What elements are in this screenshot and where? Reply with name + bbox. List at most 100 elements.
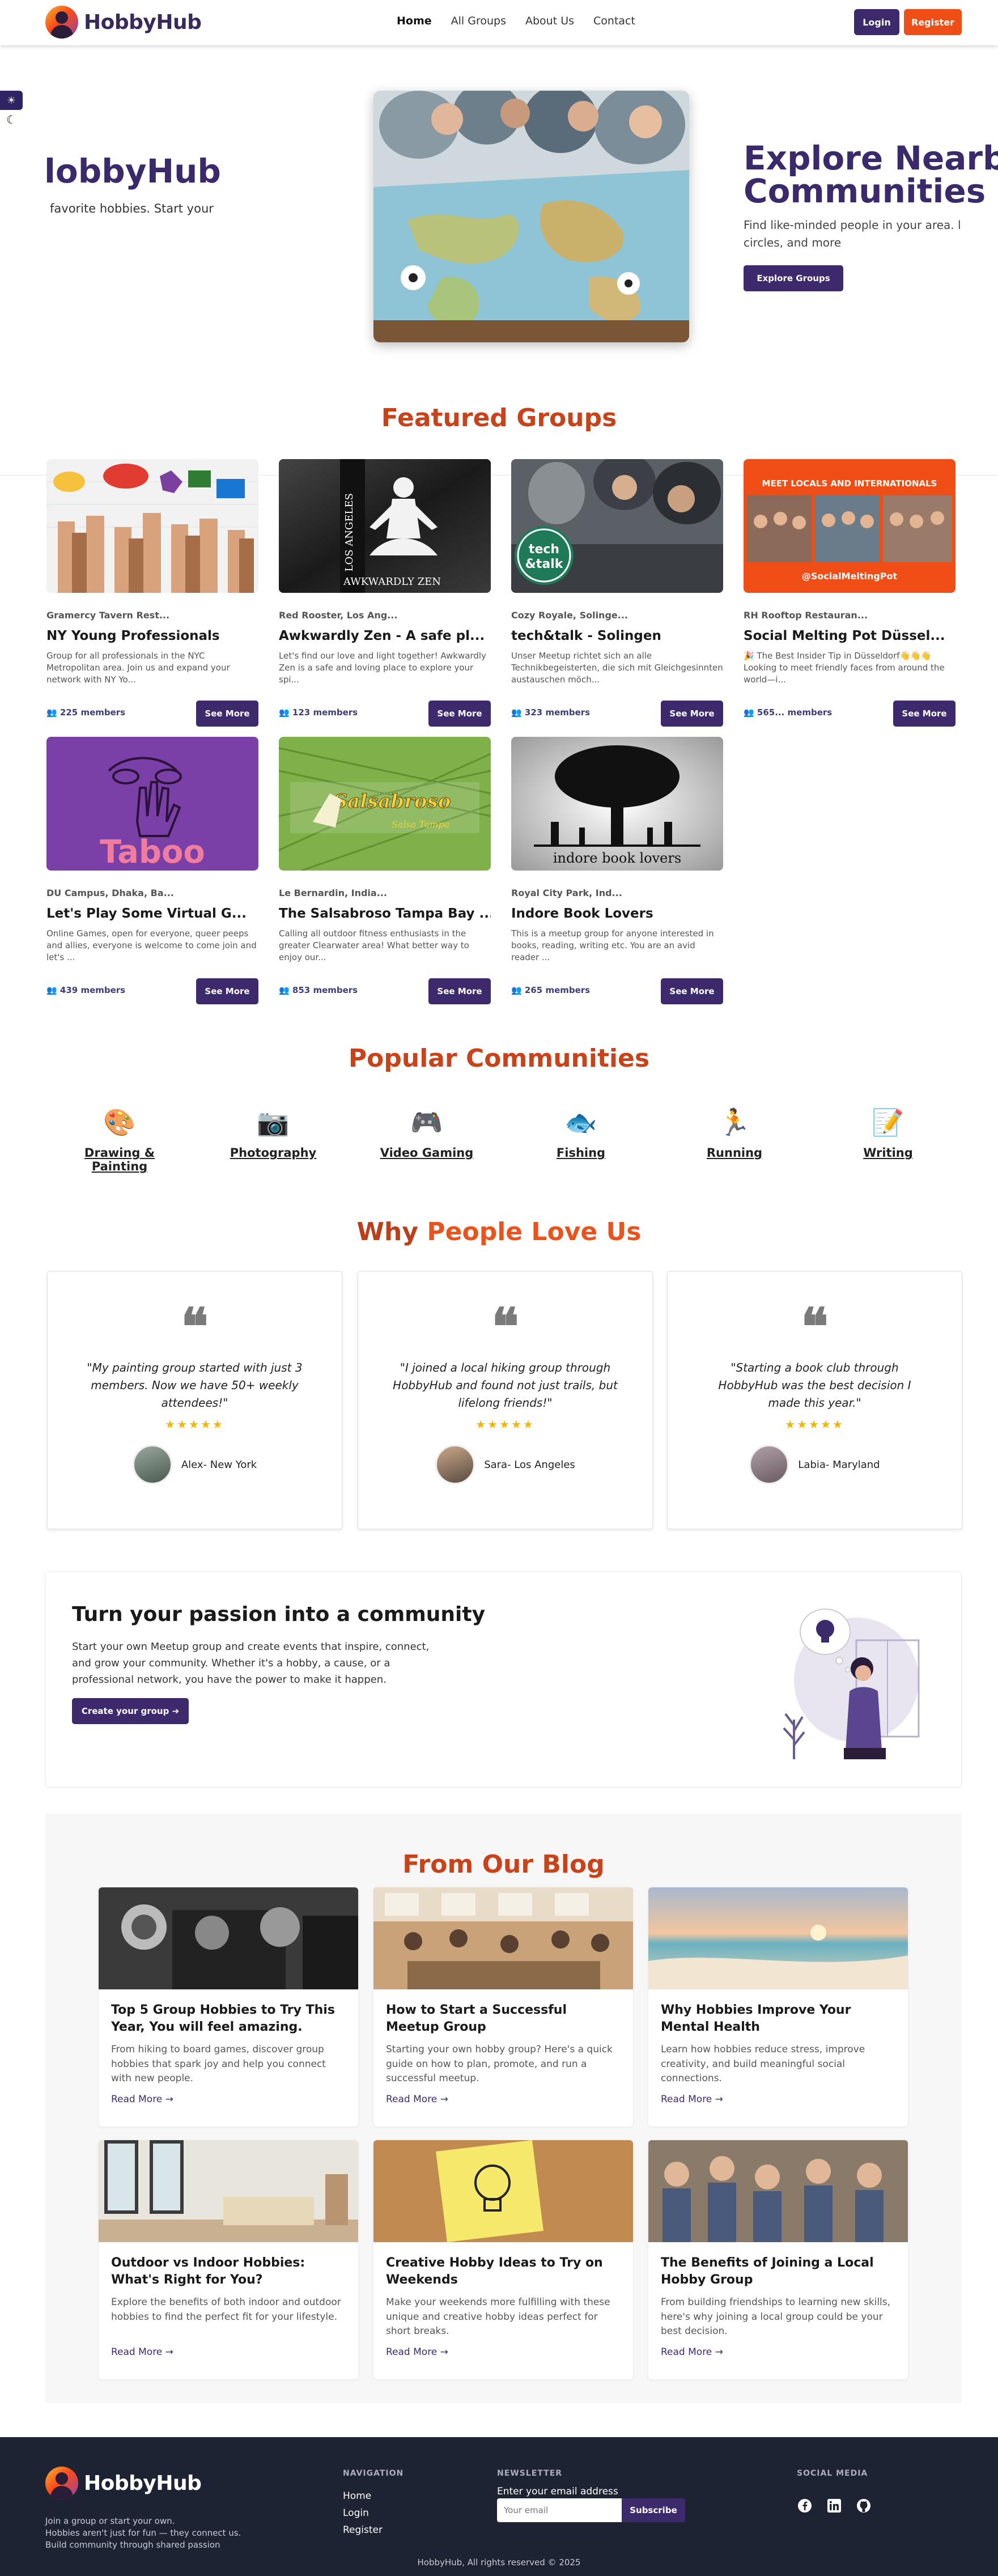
group-description: 🎉 The Best Insider Tip in Düsseldorf👋👋👋 … <box>744 651 945 685</box>
members-icon: 👥 <box>279 985 292 995</box>
community-label[interactable]: Fishing <box>519 1146 643 1160</box>
see-more-button[interactable]: See More <box>893 701 955 727</box>
group-name[interactable]: tech&talk - Solingen <box>511 629 723 643</box>
image-text: MEET LOCALS AND INTERNATIONALS <box>762 478 937 489</box>
group-card[interactable]: Gramercy Tavern Rest... NY Young Profess… <box>46 459 258 731</box>
create-group-button[interactable]: Create your group ➔ <box>72 1698 189 1724</box>
footer-brand[interactable]: HobbyHub <box>45 2467 202 2499</box>
featured-groups-title: Featured Groups <box>381 404 617 432</box>
image-text: @SocialMeltingPot <box>802 571 898 582</box>
register-button[interactable]: Register <box>904 9 962 35</box>
community-label[interactable]: Video Gaming <box>364 1146 489 1160</box>
image-text: Salsabroso <box>334 790 451 813</box>
blog-post-title[interactable]: How to Start a Successful Meetup Group <box>386 2002 621 2037</box>
sun-icon[interactable]: ☀ <box>0 91 23 110</box>
community-label[interactable]: Running <box>672 1146 797 1160</box>
group-description: Let's find our love and light together! … <box>279 651 486 685</box>
moon-icon[interactable]: ☾ <box>0 110 23 129</box>
group-name[interactable]: Indore Book Lovers <box>511 906 723 921</box>
group-image <box>46 459 258 593</box>
see-more-button[interactable]: See More <box>428 701 491 727</box>
community-label[interactable]: Drawing & Painting <box>57 1146 182 1173</box>
group-card[interactable]: LOS ANGELES AWKWARDLY ZEN Red Rooster, L… <box>279 459 491 731</box>
blog-card[interactable]: Why Hobbies Improve Your Mental Health L… <box>648 1887 908 2127</box>
nav-link-contact[interactable]: Contact <box>593 15 635 27</box>
see-more-button[interactable]: See More <box>661 701 723 727</box>
fish-icon: 🐟 <box>564 1107 597 1138</box>
blog-card[interactable]: How to Start a Successful Meetup Group S… <box>373 1887 633 2127</box>
group-card[interactable]: MEET LOCALS AND INTERNATIONALS @SocialMe… <box>744 459 955 731</box>
group-location: Cozy Royale, Solinge... <box>511 610 628 621</box>
explore-groups-button[interactable]: Explore Groups <box>744 265 843 291</box>
read-more-link[interactable]: Read More → <box>661 2094 895 2105</box>
newsletter-label: Enter your email address <box>497 2486 618 2497</box>
group-name[interactable]: Social Melting Pot Düssel... <box>744 629 955 643</box>
community-running[interactable]: 🏃 Running <box>672 1105 797 1160</box>
quote-icon: ❝ <box>181 1297 209 1357</box>
linkedin-icon[interactable] <box>825 2496 844 2515</box>
image-text: Taboo <box>100 834 205 871</box>
newsletter-email-input[interactable] <box>497 2498 622 2522</box>
read-more-link[interactable]: Read More → <box>386 2346 621 2358</box>
subscribe-button[interactable]: Subscribe <box>622 2498 685 2522</box>
runner-icon: 🏃 <box>718 1107 751 1138</box>
group-card[interactable]: tech &talk Cozy Royale, Solinge... tech&… <box>511 459 723 731</box>
community-drawing-painting[interactable]: 🎨 Drawing & Painting <box>57 1105 182 1173</box>
group-card[interactable]: Salsabroso Salsa Tampa Le Bernardin, Ind… <box>279 737 491 1009</box>
footer-navigation-heading: NAVIGATION <box>343 2469 404 2478</box>
see-more-button[interactable]: See More <box>661 978 723 1004</box>
blog-card[interactable]: Creative Hobby Ideas to Try on Weekends … <box>373 2140 633 2379</box>
community-label[interactable]: Photography <box>211 1146 336 1160</box>
gamepad-icon: 🎮 <box>410 1107 443 1138</box>
group-card[interactable]: indore book lovers Royal City Park, Ind.… <box>511 737 723 1009</box>
star-rating: ★★★★★ <box>785 1418 844 1431</box>
blog-image <box>373 1887 633 1989</box>
hero-subtitle-left: favorite hobbies. Start your <box>50 202 214 215</box>
group-name[interactable]: The Salsabroso Tampa Bay ... <box>279 906 491 921</box>
see-more-button[interactable]: See More <box>196 978 258 1004</box>
footer-link-register[interactable]: Register <box>343 2524 383 2536</box>
read-more-link[interactable]: Read More → <box>111 2094 346 2105</box>
blog-card[interactable]: The Benefits of Joining a Local Hobby Gr… <box>648 2140 908 2379</box>
nav-link-home[interactable]: Home <box>397 15 432 27</box>
read-more-link[interactable]: Read More → <box>111 2346 346 2358</box>
blog-post-title[interactable]: The Benefits of Joining a Local Hobby Gr… <box>661 2255 895 2290</box>
group-name[interactable]: NY Young Professionals <box>46 629 258 643</box>
footer-tagline: Join a group or start your own. Hobbies … <box>45 2515 241 2551</box>
image-text: indore book lovers <box>553 850 681 866</box>
read-more-link[interactable]: Read More → <box>386 2094 621 2105</box>
community-photography[interactable]: 📷 Photography <box>211 1105 336 1160</box>
community-fishing[interactable]: 🐟 Fishing <box>519 1105 643 1160</box>
blog-post-title[interactable]: Top 5 Group Hobbies to Try This Year, Yo… <box>111 2002 346 2037</box>
group-card[interactable]: Taboo DU Campus, Dhaka, Ba... Let's Play… <box>46 737 258 1009</box>
blog-post-title[interactable]: Outdoor vs Indoor Hobbies: What's Right … <box>111 2255 346 2290</box>
github-icon[interactable] <box>854 2496 873 2515</box>
avatar <box>435 1445 475 1484</box>
footer-newsletter-heading: NEWSLETTER <box>497 2469 563 2478</box>
group-name[interactable]: Let's Play Some Virtual G... <box>46 906 258 921</box>
footer-link-home[interactable]: Home <box>343 2490 371 2502</box>
nav-link-about-us[interactable]: About Us <box>525 15 574 27</box>
thinking-woman-illustration <box>771 1606 936 1759</box>
group-image: Taboo <box>46 737 258 871</box>
group-image: indore book lovers <box>511 737 723 871</box>
see-more-button[interactable]: See More <box>428 978 491 1004</box>
brand-logo[interactable]: HobbyHub <box>45 6 202 39</box>
blog-post-title[interactable]: Why Hobbies Improve Your Mental Health <box>661 2002 895 2037</box>
group-name[interactable]: Awkwardly Zen - A safe pl... <box>279 629 491 643</box>
read-more-link[interactable]: Read More → <box>661 2346 895 2358</box>
group-description: Calling all outdoor fitness enthusiasts … <box>279 928 469 962</box>
login-button[interactable]: Login <box>854 9 899 35</box>
footer-link-login[interactable]: Login <box>343 2507 369 2519</box>
community-video-gaming[interactable]: 🎮 Video Gaming <box>364 1105 489 1160</box>
community-writing[interactable]: 📝 Writing <box>826 1105 950 1160</box>
blog-post-title[interactable]: Creative Hobby Ideas to Try on Weekends <box>386 2255 621 2290</box>
blog-image <box>373 2140 633 2242</box>
blog-card[interactable]: Top 5 Group Hobbies to Try This Year, Yo… <box>99 1887 358 2127</box>
community-label[interactable]: Writing <box>826 1146 950 1160</box>
see-more-button[interactable]: See More <box>196 701 258 727</box>
nav-link-all-groups[interactable]: All Groups <box>451 15 506 27</box>
blog-post-excerpt: Make your weekends more fulfilling with … <box>386 2297 610 2337</box>
blog-card[interactable]: Outdoor vs Indoor Hobbies: What's Right … <box>99 2140 358 2379</box>
facebook-icon[interactable] <box>795 2496 814 2515</box>
